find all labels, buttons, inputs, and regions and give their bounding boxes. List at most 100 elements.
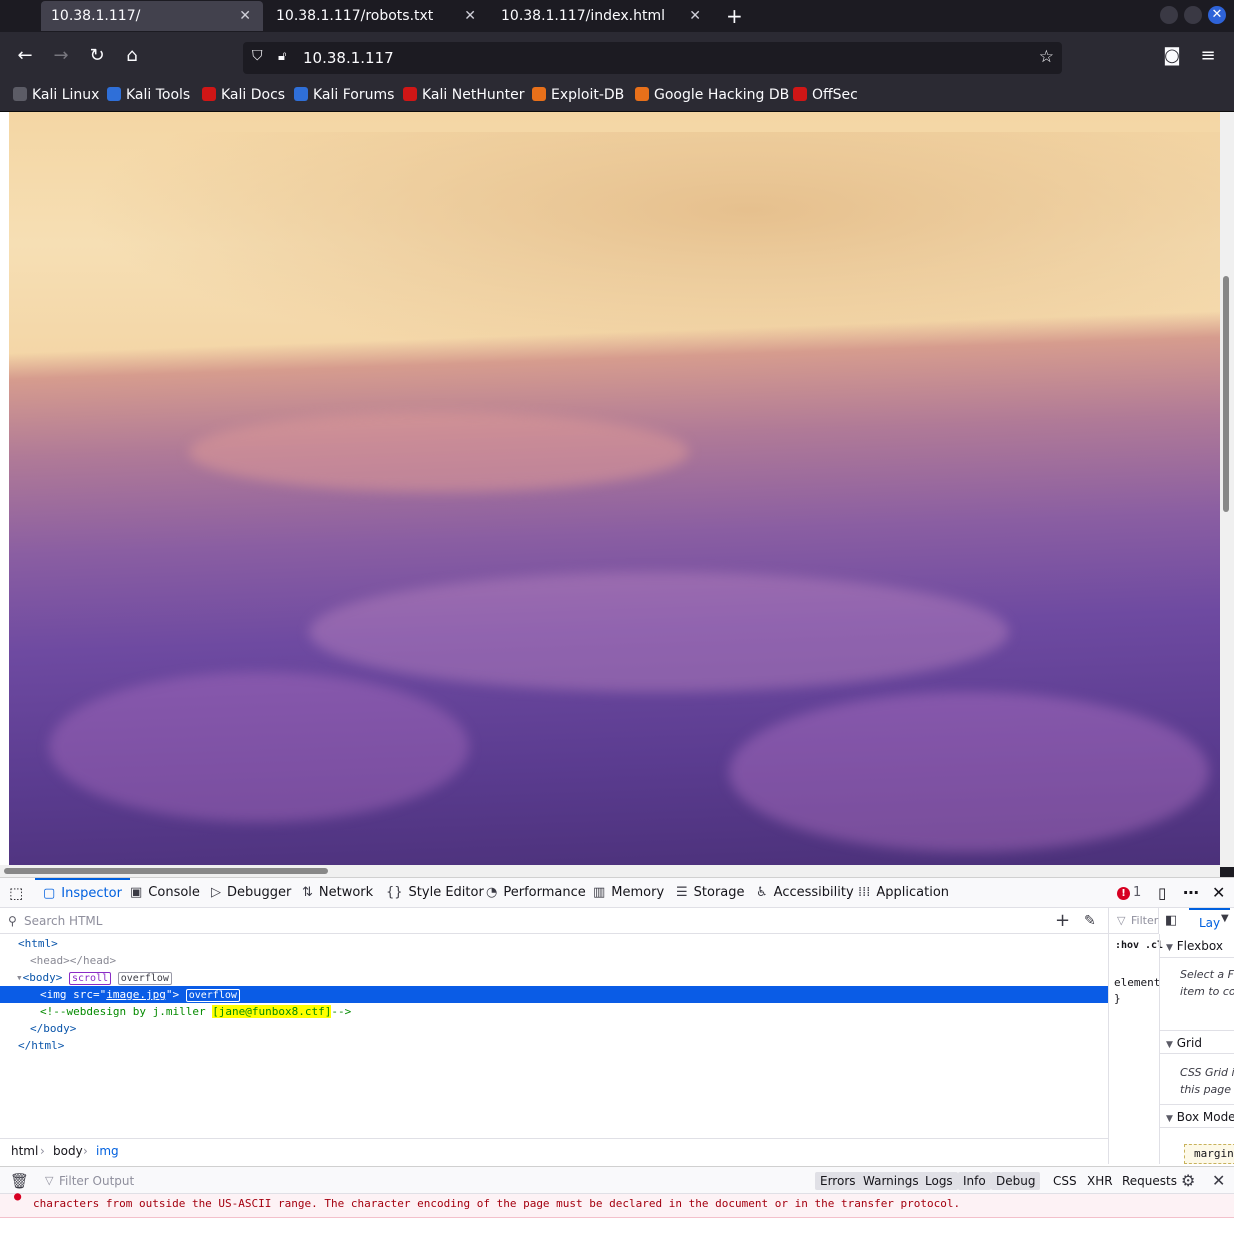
tab-title: 10.38.1.117/robots.txt <box>276 8 434 24</box>
eyedropper-icon[interactable]: ✎ <box>1084 908 1096 934</box>
browser-tab-1[interactable]: 10.38.1.117/ ✕ <box>41 1 263 31</box>
back-icon[interactable]: ← <box>13 44 37 68</box>
markup-line[interactable]: <head></head> <box>0 952 1108 969</box>
kali-linux-icon <box>13 87 27 101</box>
shield-icon[interactable]: ⛉ <box>252 48 263 64</box>
tab-accessibility[interactable]: ♿︎ Accessibility <box>756 878 854 908</box>
img-src-link[interactable]: image.jpg <box>106 988 166 1001</box>
hover-state-toggle[interactable]: :hov <box>1115 940 1139 951</box>
console-error-message: ● characters from outside the US-ASCII ra… <box>0 1189 1234 1218</box>
bookmark-kali-docs[interactable]: Kali Docs <box>202 80 285 112</box>
tab-inspector[interactable]: ▢ Inspector <box>35 878 130 908</box>
bookmark-kali-linux[interactable]: Kali Linux <box>13 80 99 112</box>
tab-title: 10.38.1.117/index.html <box>501 8 665 24</box>
tab-network[interactable]: ⇅ Network <box>302 878 373 908</box>
filter-xhr-button[interactable]: XHR <box>1087 1167 1113 1195</box>
tab-storage[interactable]: ☰ Storage <box>676 878 745 908</box>
close-tab-icon[interactable]: ✕ <box>239 1 251 31</box>
html-search-bar[interactable]: ⚲ Search HTML + ✎ <box>0 908 1108 934</box>
vertical-scrollbar[interactable] <box>1220 112 1234 867</box>
lock-icon[interactable]: 🔓︎ <box>278 49 286 64</box>
bookmark-offsec[interactable]: OffSec <box>793 80 858 112</box>
markup-line[interactable]: </html> <box>0 1037 1108 1054</box>
pocket-icon[interactable]: ◙ <box>1160 44 1184 68</box>
offsec-icon <box>793 87 807 101</box>
close-tab-icon[interactable]: ✕ <box>689 1 701 31</box>
bookmark-exploit-db[interactable]: Exploit-DB <box>532 80 624 112</box>
markup-line[interactable]: <html> <box>0 935 1108 952</box>
overflow-badge[interactable]: overflow <box>185 989 240 1002</box>
tab-style-editor[interactable]: {} Style Editor <box>386 878 484 908</box>
sunlit-patch <box>729 692 1209 852</box>
tab-application[interactable]: ⁞⁞⁞ Application <box>858 878 949 908</box>
grid-section-header[interactable]: ▼ Grid <box>1160 1030 1234 1054</box>
home-icon[interactable]: ⌂ <box>120 44 144 68</box>
tab-memory[interactable]: ▥ Memory <box>593 878 664 908</box>
minimize-window-icon[interactable] <box>1160 6 1178 24</box>
breadcrumb-body[interactable]: body <box>53 1139 83 1163</box>
ghdb-icon <box>635 87 649 101</box>
filter-icon: ▽ <box>1117 914 1126 927</box>
overflow-badge[interactable]: overflow <box>117 972 172 985</box>
search-html-input[interactable]: Search HTML <box>24 908 102 934</box>
filter-output-input[interactable]: Filter Output <box>59 1167 134 1195</box>
filter-debug-button[interactable]: Debug <box>991 1172 1041 1190</box>
scrollbar-thumb[interactable] <box>1223 276 1229 512</box>
box-model-margin[interactable]: margin <box>1184 1144 1234 1164</box>
tab-debugger[interactable]: ▷ Debugger <box>211 878 291 908</box>
forward-icon[interactable]: → <box>49 44 73 68</box>
storage-icon: ☰ <box>676 885 688 900</box>
filter-requests-button[interactable]: Requests <box>1122 1167 1177 1195</box>
bookmark-star-icon[interactable]: ☆ <box>1039 47 1054 67</box>
filter-errors-button[interactable]: Errors <box>815 1172 861 1190</box>
scroll-badge[interactable]: scroll <box>69 972 112 985</box>
horizontal-scrollbar[interactable] <box>0 865 1220 877</box>
browser-tab-2[interactable]: 10.38.1.117/robots.txt ✕ <box>266 1 488 31</box>
tab-strip: 10.38.1.117/ ✕ 10.38.1.117/robots.txt ✕ … <box>0 0 1234 32</box>
bookmark-kali-tools[interactable]: Kali Tools <box>107 80 190 112</box>
close-window-icon[interactable]: ✕ <box>1208 6 1226 24</box>
filter-info-button[interactable]: Info <box>958 1172 991 1190</box>
bookmark-google-hacking-db[interactable]: Google Hacking DB <box>635 80 789 112</box>
maximize-window-icon[interactable] <box>1184 6 1202 24</box>
close-tab-icon[interactable]: ✕ <box>464 1 476 31</box>
console-toolbar: 🗑︎ ▽ Filter Output Errors Warnings Logs … <box>0 1166 1234 1194</box>
more-options-icon[interactable]: ⋯ <box>1183 878 1199 908</box>
layout-toggle-icon[interactable]: ◧ <box>1165 913 1177 928</box>
close-devtools-icon[interactable]: ✕ <box>1212 878 1225 908</box>
box-model-section-header[interactable]: ▼ Box Mode <box>1160 1104 1234 1128</box>
menu-icon[interactable]: ≡ <box>1196 44 1220 68</box>
bookmark-kali-forums[interactable]: Kali Forums <box>294 80 394 112</box>
selected-markup-line[interactable]: <img src="image.jpg"> overflow <box>0 986 1108 1003</box>
add-node-icon[interactable]: + <box>1055 908 1070 934</box>
flexbox-section-header[interactable]: ▼ Flexbox <box>1160 934 1234 958</box>
tab-console[interactable]: ▣ Console <box>130 878 200 908</box>
url-text[interactable]: 10.38.1.117 <box>303 42 394 74</box>
sunlit-patch <box>309 572 1009 692</box>
bookmark-kali-nethunter[interactable]: Kali NetHunter <box>403 80 524 112</box>
filter-logs-button[interactable]: Logs <box>920 1172 958 1190</box>
markup-line[interactable]: </body> <box>0 1020 1108 1037</box>
element-picker-icon[interactable]: ⬚ <box>9 878 23 908</box>
kali-tools-icon <box>107 87 121 101</box>
gear-icon[interactable]: ⚙ <box>1181 1167 1195 1195</box>
tab-title: 10.38.1.117/ <box>51 8 141 24</box>
error-counter[interactable]: ! 1 <box>1117 878 1141 908</box>
markup-line[interactable]: <!--webdesign by j.miller [jane@funbox8.… <box>0 1003 1108 1020</box>
expand-triangle-icon[interactable]: ▾ <box>16 971 23 984</box>
rules-filter[interactable]: ▽ Filter <box>1109 908 1159 934</box>
url-bar[interactable]: ⛉ 🔓︎ 10.38.1.117 ☆ <box>243 42 1062 74</box>
scrollbar-thumb[interactable] <box>4 868 328 874</box>
breadcrumb-html[interactable]: html <box>11 1139 38 1163</box>
responsive-design-icon[interactable]: ▯ <box>1158 878 1166 908</box>
new-tab-icon[interactable]: + <box>726 2 743 30</box>
filter-warnings-button[interactable]: Warnings <box>858 1172 924 1190</box>
close-console-icon[interactable]: ✕ <box>1212 1167 1225 1195</box>
chevron-down-icon[interactable]: ▼ <box>1221 913 1229 924</box>
browser-tab-3[interactable]: 10.38.1.117/index.html ✕ <box>491 1 713 31</box>
reload-icon[interactable]: ↻ <box>85 44 109 68</box>
markup-line[interactable]: ▾<body> scroll overflow <box>0 969 1108 986</box>
breadcrumb-img[interactable]: img <box>96 1139 119 1163</box>
filter-css-button[interactable]: CSS <box>1053 1167 1077 1195</box>
tab-performance[interactable]: ◔ Performance <box>486 878 586 908</box>
